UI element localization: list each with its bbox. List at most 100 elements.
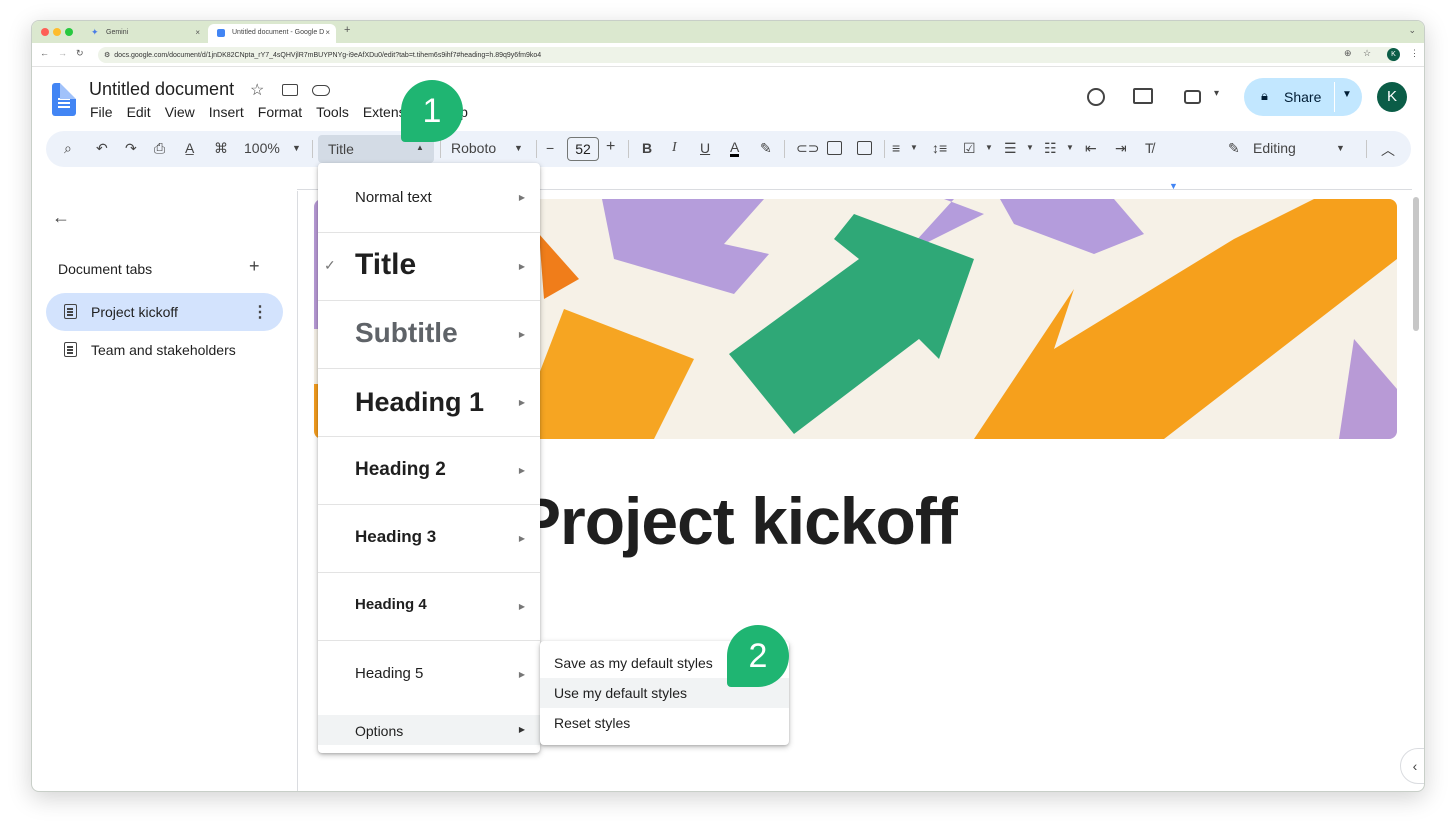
menu-format[interactable]: Format: [258, 104, 302, 120]
italic-icon[interactable]: I: [672, 140, 677, 156]
bookmark-star-icon[interactable]: ☆: [1363, 48, 1371, 59]
close-tab-icon[interactable]: ×: [325, 28, 330, 37]
numbered-list-icon[interactable]: ☷: [1044, 140, 1057, 157]
bulleted-list-icon[interactable]: ☰: [1004, 140, 1017, 157]
meet-video-icon[interactable]: [1184, 90, 1201, 104]
align-icon[interactable]: ≡: [892, 140, 900, 156]
checklist-icon[interactable]: ☑: [963, 140, 976, 157]
browser-tab-docs[interactable]: Untitled document - Google D ×: [208, 24, 336, 43]
editing-mode-dropdown-icon[interactable]: ▼: [1336, 143, 1345, 153]
sidebar-item-team-and-stakeholders[interactable]: Team and stakeholders: [46, 331, 283, 369]
site-info-icon[interactable]: ⚙: [104, 52, 110, 59]
style-option-heading-5[interactable]: Heading 5 ▶: [318, 641, 540, 709]
style-option-label: Heading 3: [355, 527, 437, 546]
reset-styles-item[interactable]: Reset styles: [540, 708, 789, 738]
checkmark-icon: ✓: [324, 257, 336, 273]
style-option-title[interactable]: ✓ Title ▶: [318, 233, 540, 301]
url-field[interactable]: ⚙ docs.google.com/document/d/1jnDK82CNpta…: [98, 47, 1398, 63]
style-option-options[interactable]: Options ▶: [318, 715, 540, 745]
document-heading[interactable]: Project kickoff: [517, 483, 958, 559]
editing-mode-select[interactable]: Editing: [1253, 140, 1296, 156]
meet-dropdown-icon[interactable]: ▾: [1214, 88, 1219, 99]
style-option-heading-4[interactable]: Heading 4 ▶: [318, 573, 540, 641]
back-icon[interactable]: ←: [40, 48, 49, 58]
star-icon[interactable]: ☆: [250, 80, 264, 100]
comments-icon[interactable]: [1133, 88, 1153, 104]
numbered-list-dropdown-icon[interactable]: ▼: [1066, 143, 1074, 152]
zoom-dropdown-icon[interactable]: ▼: [292, 143, 301, 153]
align-dropdown-icon[interactable]: ▼: [910, 143, 918, 152]
decrease-font-size-icon[interactable]: −: [546, 140, 554, 156]
style-option-subtitle[interactable]: Subtitle ▶: [318, 301, 540, 369]
search-menus-icon[interactable]: ⌕: [64, 140, 72, 157]
spelling-check-icon[interactable]: A̲: [185, 140, 194, 156]
collapse-panel-chevron-left-icon[interactable]: ‹: [1400, 748, 1424, 784]
decrease-indent-icon[interactable]: ⇤: [1085, 140, 1097, 157]
forward-icon[interactable]: →: [58, 48, 67, 58]
font-dropdown-icon[interactable]: ▼: [514, 143, 523, 153]
highlight-color-icon[interactable]: ✎: [760, 140, 772, 157]
bold-icon[interactable]: B: [642, 140, 652, 156]
print-icon[interactable]: ⎙: [154, 140, 165, 157]
menu-extensions[interactable]: Extens: [363, 104, 406, 120]
style-option-heading-2[interactable]: Heading 2 ▶: [318, 437, 540, 505]
browser-tab-gemini[interactable]: ✦ Gemini ×: [82, 24, 206, 43]
version-history-icon[interactable]: [1087, 88, 1105, 106]
style-option-label: Heading 5: [355, 665, 424, 682]
step-2-callout: 2: [727, 625, 789, 687]
close-tab-icon[interactable]: ×: [195, 28, 200, 37]
font-size-field[interactable]: 52: [567, 137, 599, 161]
line-spacing-icon[interactable]: ↕≡: [932, 140, 947, 156]
minimize-window-button[interactable]: [53, 28, 61, 36]
account-avatar[interactable]: K: [1377, 82, 1407, 112]
vertical-scrollbar[interactable]: [1413, 197, 1419, 331]
add-tab-icon[interactable]: +: [249, 256, 260, 277]
zoom-select[interactable]: 100%: [244, 140, 280, 156]
insert-image-icon[interactable]: [857, 141, 872, 155]
step-1-callout: 1: [401, 80, 463, 142]
underline-icon[interactable]: U: [700, 140, 710, 156]
menu-view[interactable]: View: [165, 104, 195, 120]
menu-insert[interactable]: Insert: [209, 104, 244, 120]
text-color-icon[interactable]: A: [730, 140, 740, 157]
submenu-arrow-icon: ▶: [518, 602, 525, 611]
document-title[interactable]: Untitled document: [89, 79, 234, 100]
sidebar-item-project-kickoff[interactable]: Project kickoff ⋮: [46, 293, 283, 331]
insert-link-icon[interactable]: ⊂⊃: [796, 140, 819, 157]
zoom-window-button[interactable]: [65, 28, 73, 36]
paragraph-style-value: Title: [328, 141, 354, 157]
increase-font-size-icon[interactable]: +: [606, 138, 615, 156]
hide-menus-icon[interactable]: ︿: [1381, 140, 1395, 160]
share-button[interactable]: 🔒︎ Share ▼: [1244, 78, 1362, 116]
docs-logo-icon[interactable]: [52, 83, 76, 116]
url-text: docs.google.com/document/d/1jnDK82CNpta_…: [114, 52, 542, 59]
menu-file[interactable]: File: [90, 104, 113, 120]
style-option-label: Normal text: [355, 189, 432, 206]
undo-icon[interactable]: ↶: [96, 140, 108, 157]
zoom-icon[interactable]: ⊕: [1344, 48, 1352, 59]
style-option-heading-1[interactable]: Heading 1 ▶: [318, 369, 540, 437]
tab-options-icon[interactable]: ⋮: [252, 302, 268, 322]
paint-format-icon[interactable]: ⌘: [214, 140, 228, 157]
share-dropdown-icon[interactable]: ▼: [1342, 89, 1352, 100]
reload-icon[interactable]: ↻: [76, 48, 84, 59]
checklist-dropdown-icon[interactable]: ▼: [985, 143, 993, 152]
style-option-heading-3[interactable]: Heading 3 ▶: [318, 505, 540, 573]
new-tab-icon[interactable]: +: [344, 24, 350, 36]
move-folder-icon[interactable]: [282, 84, 298, 96]
profile-avatar[interactable]: K: [1387, 48, 1400, 61]
tab-list-icon[interactable]: ⌄: [1408, 25, 1416, 36]
add-comment-icon[interactable]: [827, 141, 842, 155]
style-option-normal-text[interactable]: Normal text ▶: [318, 163, 540, 233]
close-window-button[interactable]: [41, 28, 49, 36]
menu-tools[interactable]: Tools: [316, 104, 349, 120]
menu-edit[interactable]: Edit: [127, 104, 151, 120]
close-sidebar-back-icon[interactable]: ←: [52, 207, 70, 228]
increase-indent-icon[interactable]: ⇥: [1115, 140, 1127, 157]
font-select[interactable]: Roboto: [451, 140, 496, 156]
browser-menu-icon[interactable]: ⋮: [1410, 48, 1419, 59]
redo-icon[interactable]: ↷: [125, 140, 137, 157]
clear-formatting-icon[interactable]: T̸: [1145, 140, 1154, 156]
bulleted-list-dropdown-icon[interactable]: ▼: [1026, 143, 1034, 152]
indent-marker-icon[interactable]: ▼: [1169, 181, 1178, 191]
